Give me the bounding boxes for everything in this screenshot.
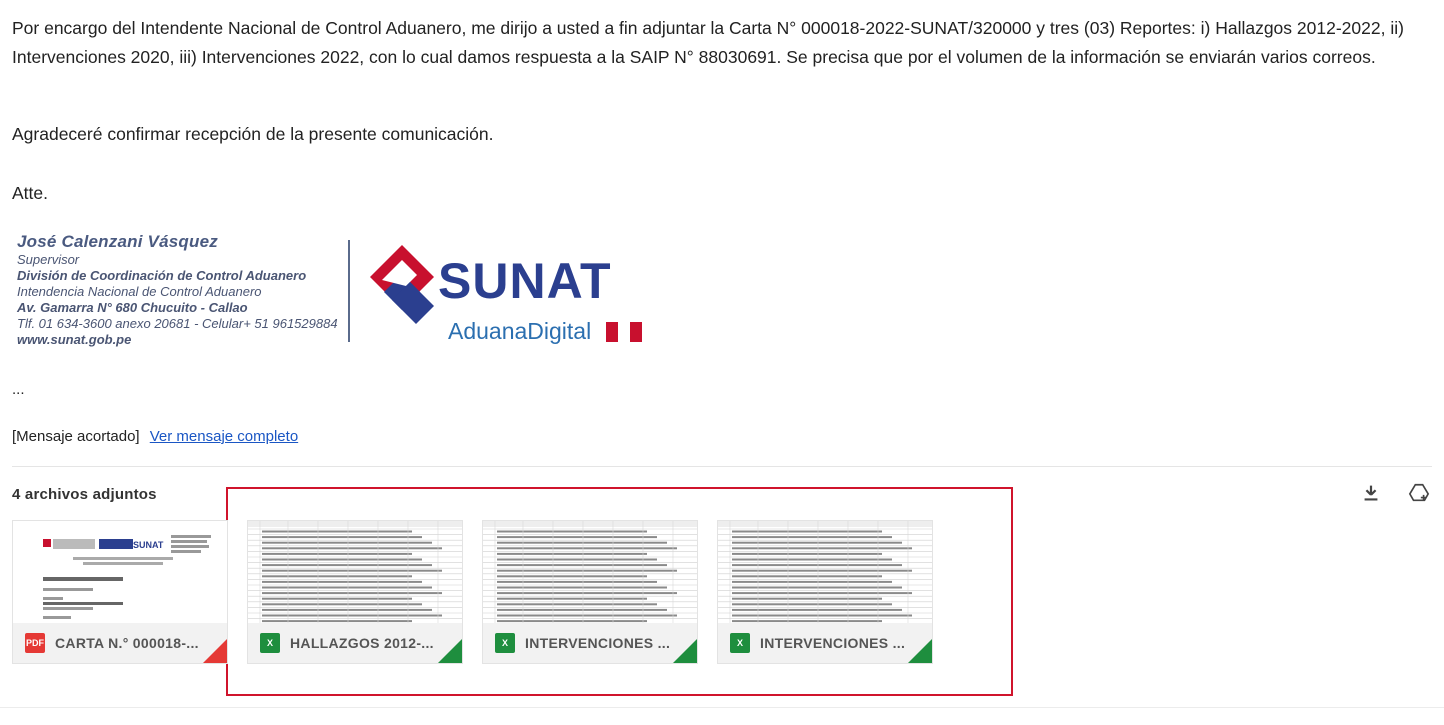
signature-block: José Calenzani Vásquez Supervisor Divisi…	[17, 232, 347, 348]
attachment-footer: PDF CARTA N.° 000018-...	[13, 623, 227, 663]
attachment-name: INTERVENCIONES ...	[525, 635, 671, 651]
signature-name: José Calenzani Vásquez	[17, 232, 218, 251]
fold-corner-icon	[673, 639, 697, 663]
trimmed-notice: [Mensaje acortado] Ver mensaje completo	[12, 428, 298, 445]
attachment-footer: X INTERVENCIONES ...	[718, 623, 932, 663]
excel-icon: X	[730, 633, 750, 653]
logo-brand: SUNAT	[438, 253, 612, 309]
fold-corner-icon	[908, 639, 932, 663]
bottom-divider	[0, 707, 1444, 708]
attachment-thumbnail	[718, 521, 932, 623]
attachment-thumbnail: SUNAT	[13, 521, 227, 623]
view-full-message-link[interactable]: Ver mensaje completo	[150, 428, 298, 445]
excel-icon: X	[495, 633, 515, 653]
attachment-thumbnail	[483, 521, 697, 623]
pdf-icon: PDF	[25, 633, 45, 653]
excel-icon: X	[260, 633, 280, 653]
signature-phone: Tlf. 01 634-3600 anexo 20681 - Celular+ …	[17, 316, 338, 331]
sunat-logo: SUNAT AduanaDigital	[362, 240, 652, 350]
closing: Atte.	[12, 183, 48, 203]
attachments-title: 4 archivos adjuntos	[12, 486, 157, 503]
signature-division: División de Coordinación de Control Adua…	[17, 268, 307, 283]
attachment-name: INTERVENCIONES ...	[760, 635, 906, 651]
attachment-name: HALLAZGOS 2012-...	[290, 635, 434, 651]
attachment-card-pdf[interactable]: SUNAT PDF CARTA N.° 000018-...	[12, 520, 228, 664]
attachment-card-excel[interactable]: X INTERVENCIONES ...	[717, 520, 933, 664]
peru-flag-icon	[606, 322, 642, 342]
signature-divider	[348, 240, 350, 342]
logo-subtitle: AduanaDigital	[448, 318, 592, 344]
attachments-actions	[1360, 482, 1430, 504]
attachment-card-excel[interactable]: X INTERVENCIONES ...	[482, 520, 698, 664]
attachment-name: CARTA N.° 000018-...	[55, 635, 199, 651]
add-to-drive-icon[interactable]	[1408, 482, 1430, 504]
paragraph-intro: Por encargo del Intendente Nacional de C…	[12, 18, 1404, 67]
signature-role: Supervisor	[17, 252, 80, 267]
signature-website: www.sunat.gob.pe	[17, 332, 132, 347]
divider	[12, 466, 1432, 467]
attachment-card-excel[interactable]: X HALLAZGOS 2012-...	[247, 520, 463, 664]
fold-corner-icon	[438, 639, 462, 663]
trimmed-label: [Mensaje acortado]	[12, 428, 140, 445]
signature-address: Av. Gamarra N° 680 Chucuito - Callao	[17, 300, 248, 315]
signature-intendencia: Intendencia Nacional de Control Aduanero	[17, 284, 262, 299]
quoted-text-toggle[interactable]: ...	[12, 381, 25, 398]
attachment-footer: X INTERVENCIONES ...	[483, 623, 697, 663]
attachment-thumbnail	[248, 521, 462, 623]
svg-text:SUNAT: SUNAT	[133, 540, 164, 550]
download-icon[interactable]	[1360, 482, 1382, 504]
paragraph-confirm: Agradeceré confirmar recepción de la pre…	[12, 124, 494, 144]
fold-corner-icon	[203, 639, 227, 663]
attachment-footer: X HALLAZGOS 2012-...	[248, 623, 462, 663]
